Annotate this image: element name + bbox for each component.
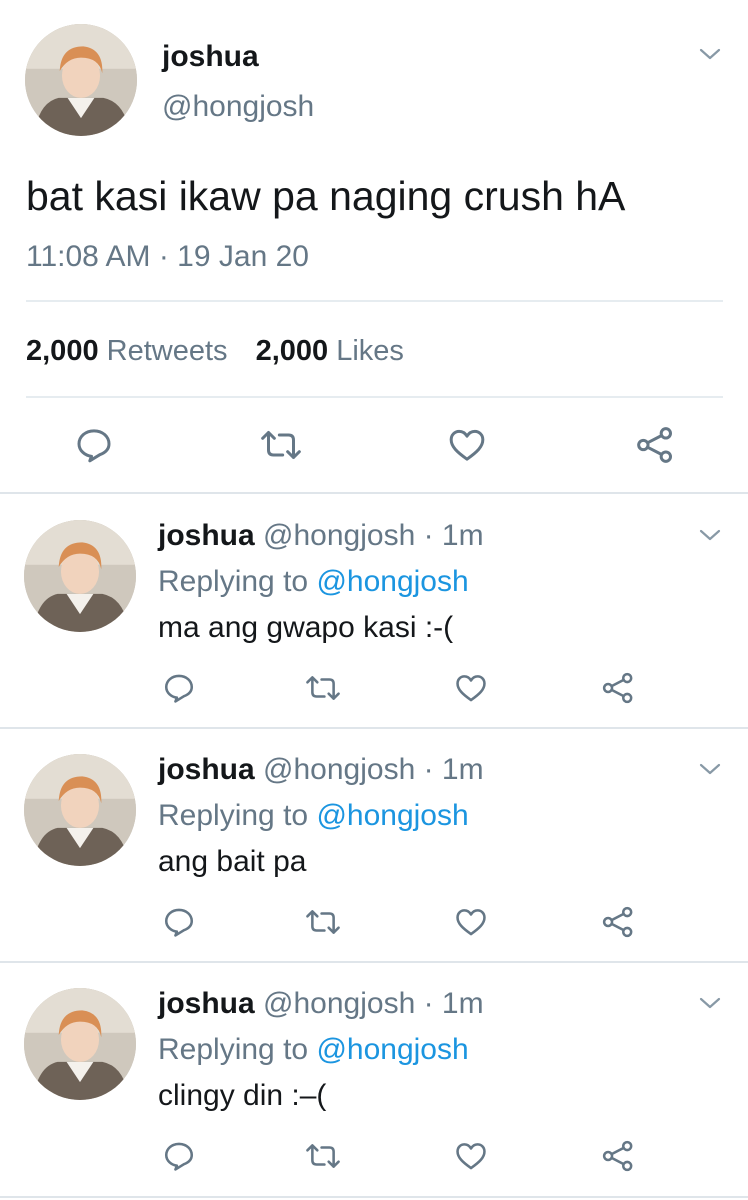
reply-author-name[interactable]: joshua bbox=[158, 987, 255, 1020]
tweet-text: bat kasi ikaw pa naging crush hA bbox=[26, 173, 626, 219]
retweets-count: 2,000 bbox=[26, 335, 99, 367]
retweets-stat[interactable]: 2,000 Retweets bbox=[26, 335, 236, 367]
like-icon bbox=[449, 429, 485, 461]
reply-text: clingy din :–( bbox=[158, 1079, 327, 1112]
reply-header: joshua @hongjosh · 1m bbox=[158, 518, 484, 554]
tweet-timestamp[interactable]: 11:08 AM · 19 Jan 20 bbox=[26, 240, 309, 274]
reply-text: ang bait pa bbox=[158, 845, 307, 878]
reply-time[interactable]: · 1m bbox=[424, 519, 484, 552]
reply-icon bbox=[164, 674, 194, 703]
tweet-options-button[interactable] bbox=[698, 42, 722, 71]
likes-stat[interactable]: 2,000 Likes bbox=[256, 335, 404, 367]
retweet-button[interactable] bbox=[295, 1128, 351, 1184]
engagement-stats: 2,000 Retweets 2,000 Likes bbox=[26, 334, 404, 368]
replying-to-handle[interactable]: @hongjosh bbox=[316, 799, 468, 832]
replying-to: Replying to @hongjosh bbox=[158, 564, 469, 600]
share-icon bbox=[602, 1140, 633, 1172]
reply-time[interactable]: · 1m bbox=[424, 753, 484, 786]
replying-to: Replying to @hongjosh bbox=[158, 798, 469, 834]
replying-to-label: Replying to bbox=[158, 1033, 309, 1066]
avatar[interactable] bbox=[24, 988, 136, 1100]
share-icon bbox=[637, 427, 672, 463]
likes-count: 2,000 bbox=[255, 335, 329, 367]
reply-icon bbox=[77, 429, 111, 463]
divider bbox=[0, 1196, 748, 1198]
avatar-photo bbox=[24, 520, 136, 632]
share-button[interactable] bbox=[590, 1128, 646, 1184]
like-icon bbox=[456, 909, 486, 936]
retweet-icon bbox=[306, 676, 340, 700]
likes-label: Likes bbox=[336, 335, 404, 367]
reply-icon bbox=[164, 1142, 194, 1171]
like-button[interactable] bbox=[443, 894, 499, 950]
replying-to-label: Replying to bbox=[158, 565, 309, 598]
tweet-options-button[interactable] bbox=[698, 991, 722, 1020]
replying-to-label: Replying to bbox=[158, 799, 309, 832]
author-name[interactable]: joshua bbox=[162, 40, 259, 74]
share-icon bbox=[602, 672, 633, 704]
avatar[interactable] bbox=[24, 520, 136, 632]
retweet-button[interactable] bbox=[253, 417, 309, 473]
share-icon bbox=[602, 906, 633, 938]
retweets-label: Retweets bbox=[106, 335, 228, 367]
avatar-photo bbox=[25, 24, 137, 136]
reply-header: joshua @hongjosh · 1m bbox=[158, 752, 484, 788]
reply-author-handle[interactable]: @hongjosh bbox=[263, 519, 415, 552]
avatar[interactable] bbox=[24, 754, 136, 866]
chevron-down-icon bbox=[699, 763, 721, 775]
divider bbox=[0, 727, 748, 729]
like-icon bbox=[456, 675, 486, 702]
divider bbox=[26, 300, 723, 302]
reply-icon bbox=[164, 908, 194, 937]
reply-button[interactable] bbox=[151, 1128, 207, 1184]
like-button[interactable] bbox=[439, 417, 495, 473]
replying-to: Replying to @hongjosh bbox=[158, 1032, 469, 1068]
reply-author-name[interactable]: joshua bbox=[158, 753, 255, 786]
retweet-icon bbox=[261, 431, 301, 459]
chevron-down-icon bbox=[699, 48, 721, 60]
reply-button[interactable] bbox=[151, 660, 207, 716]
avatar[interactable] bbox=[25, 24, 137, 136]
like-button[interactable] bbox=[443, 660, 499, 716]
retweet-button[interactable] bbox=[295, 660, 351, 716]
reply-time[interactable]: · 1m bbox=[424, 987, 484, 1020]
retweet-icon bbox=[306, 910, 340, 934]
reply-author-handle[interactable]: @hongjosh bbox=[263, 987, 415, 1020]
divider bbox=[0, 492, 748, 494]
share-button[interactable] bbox=[590, 660, 646, 716]
share-button[interactable] bbox=[590, 894, 646, 950]
retweet-icon bbox=[306, 1144, 340, 1168]
tweet-options-button[interactable] bbox=[698, 523, 722, 552]
reply-button[interactable] bbox=[151, 894, 207, 950]
reply-button[interactable] bbox=[66, 417, 122, 473]
avatar-photo bbox=[24, 754, 136, 866]
like-button[interactable] bbox=[443, 1128, 499, 1184]
replying-to-handle[interactable]: @hongjosh bbox=[316, 1033, 468, 1066]
reply-header: joshua @hongjosh · 1m bbox=[158, 986, 484, 1022]
tweet-options-button[interactable] bbox=[698, 757, 722, 786]
reply-author-handle[interactable]: @hongjosh bbox=[263, 753, 415, 786]
share-button[interactable] bbox=[627, 417, 683, 473]
like-icon bbox=[456, 1143, 486, 1170]
divider bbox=[0, 961, 748, 963]
author-handle[interactable]: @hongjosh bbox=[162, 90, 314, 124]
retweet-button[interactable] bbox=[295, 894, 351, 950]
reply-author-name[interactable]: joshua bbox=[158, 519, 255, 552]
chevron-down-icon bbox=[699, 529, 721, 541]
divider bbox=[26, 396, 723, 398]
chevron-down-icon bbox=[699, 997, 721, 1009]
avatar-photo bbox=[24, 988, 136, 1100]
replying-to-handle[interactable]: @hongjosh bbox=[316, 565, 468, 598]
reply-text: ma ang gwapo kasi :-( bbox=[158, 611, 454, 644]
